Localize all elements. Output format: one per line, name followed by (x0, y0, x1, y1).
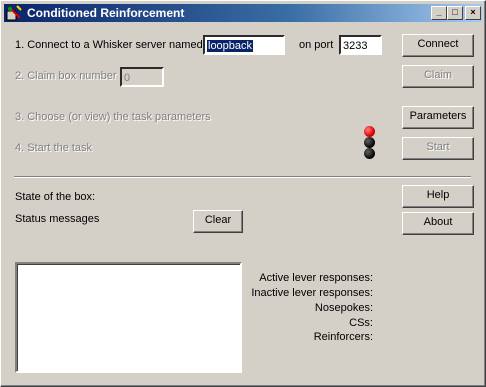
black-light-icon (364, 137, 375, 148)
title-bar[interactable]: Conditioned Reinforcement _ □ × (4, 4, 482, 22)
active-lever-label: Active lever responses: (259, 272, 373, 284)
app-icon (6, 5, 22, 21)
box-number-input[interactable]: 0 (120, 67, 164, 87)
connect-button[interactable]: Connect (402, 34, 474, 57)
server-name-value: loopback (207, 40, 254, 52)
help-button[interactable]: Help (402, 185, 474, 208)
css-label: CSs: (349, 317, 373, 329)
server-name-input[interactable]: loopback (203, 35, 285, 55)
maximize-button[interactable]: □ (447, 6, 463, 20)
port-input[interactable]: 3233 (339, 35, 382, 55)
claim-button[interactable]: Claim (402, 65, 474, 88)
nosepokes-label: Nosepokes: (314, 302, 373, 314)
clear-button[interactable]: Clear (193, 210, 243, 233)
on-port-label: on port (299, 39, 334, 51)
step1-label: 1. Connect to a Whisker server named (15, 39, 203, 51)
box-state-label: State of the box: (15, 191, 96, 203)
black-light-icon (364, 148, 375, 159)
close-icon: × (470, 7, 476, 17)
status-messages-label: Status messages (15, 213, 100, 225)
box-number-value: 0 (124, 72, 131, 84)
reinforcers-label: Reinforcers: (313, 331, 373, 343)
window-title: Conditioned Reinforcement (27, 6, 185, 20)
status-messages-list[interactable] (15, 262, 242, 373)
red-light-icon (364, 126, 375, 137)
close-button[interactable]: × (465, 6, 481, 20)
about-button[interactable]: About (402, 212, 474, 235)
separator (14, 176, 471, 178)
parameters-button[interactable]: Parameters (402, 106, 474, 129)
minimize-button[interactable]: _ (431, 6, 447, 20)
maximize-icon: □ (452, 7, 458, 17)
main-window: Conditioned Reinforcement _ □ × 1. Conne… (0, 0, 486, 387)
inactive-lever-label: Inactive lever responses: (251, 287, 373, 299)
step3-label: 3. Choose (or view) the task parameters (15, 111, 211, 123)
step4-label: 4. Start the task (15, 142, 93, 154)
start-button[interactable]: Start (402, 137, 474, 160)
minimize-icon: _ (436, 7, 442, 17)
port-value: 3233 (343, 40, 368, 52)
step2-label: 2. Claim box number (15, 70, 117, 82)
